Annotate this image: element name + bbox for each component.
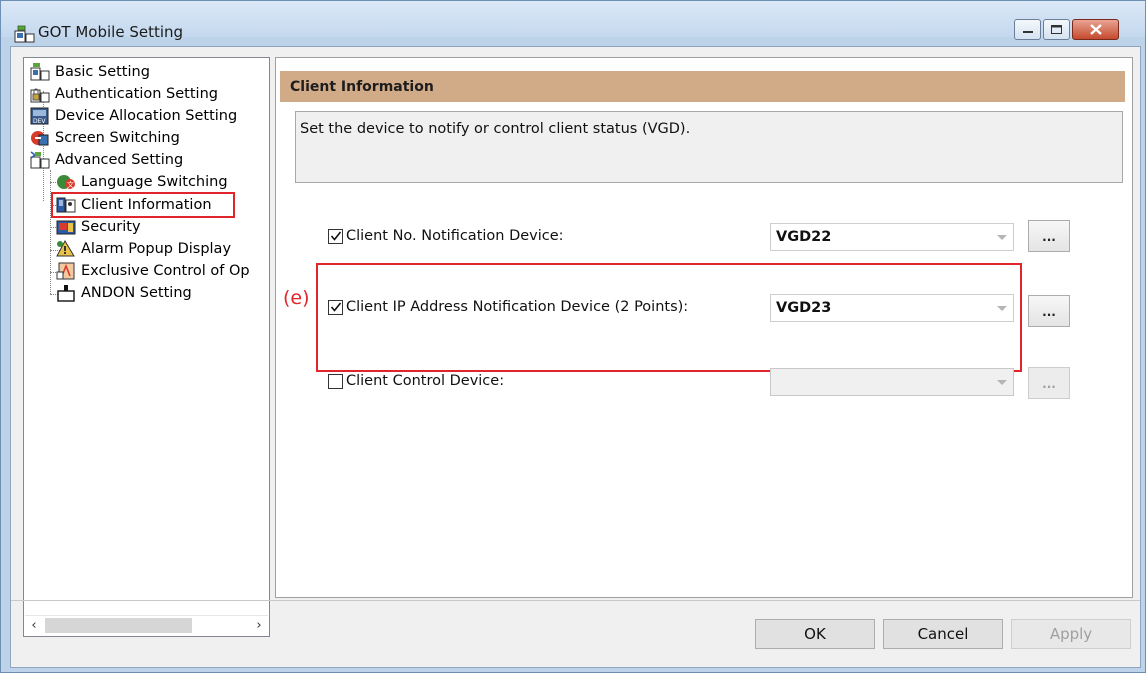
window-title: GOT Mobile Setting bbox=[38, 23, 184, 41]
minimize-icon bbox=[1022, 30, 1033, 33]
client-no-row[interactable]: Client No. Notification Device: bbox=[328, 228, 564, 244]
scroll-right-icon[interactable]: › bbox=[250, 616, 268, 635]
apply-button[interactable]: Apply bbox=[1011, 619, 1131, 649]
tree-item-label: Device Allocation Setting bbox=[55, 108, 238, 124]
cancel-button[interactable]: Cancel bbox=[883, 619, 1003, 649]
client-ip-device-combo[interactable]: VGD23 bbox=[770, 294, 1014, 322]
tree-item-label: Basic Setting bbox=[55, 64, 150, 80]
language-switching-icon: 文 bbox=[57, 175, 75, 189]
exclusive-control-icon bbox=[56, 262, 75, 280]
client-no-device-combo[interactable]: VGD22 bbox=[770, 223, 1014, 251]
tree-item-authentication-setting[interactable]: Authentication Setting bbox=[30, 83, 218, 105]
tree-connector bbox=[50, 170, 51, 294]
scroll-left-icon[interactable]: ‹ bbox=[25, 616, 43, 635]
description-box: Set the device to notify or control clie… bbox=[295, 111, 1123, 183]
maximize-icon bbox=[1051, 25, 1062, 34]
dropdown-arrow-icon bbox=[997, 235, 1007, 240]
client-control-browse-button[interactable]: ... bbox=[1028, 367, 1070, 399]
checkmark-icon bbox=[330, 302, 342, 312]
minimize-button[interactable] bbox=[1014, 19, 1041, 40]
tree-item-label: Security bbox=[81, 219, 141, 235]
advanced-setting-icon bbox=[30, 151, 50, 169]
tree-item-security[interactable]: Security bbox=[56, 216, 141, 238]
close-icon bbox=[1089, 24, 1102, 35]
dialog-body: Basic Setting Authentication Setting DEV… bbox=[10, 46, 1141, 668]
tree-item-label: Screen Switching bbox=[55, 130, 180, 146]
tree-item-alarm-popup-display[interactable]: Alarm Popup Display bbox=[56, 238, 231, 260]
tree-item-label: Language Switching bbox=[81, 174, 228, 190]
svg-text:DEV: DEV bbox=[33, 118, 46, 125]
client-control-label: Client Control Device: bbox=[346, 373, 505, 389]
section-header: Client Information bbox=[280, 71, 1125, 102]
client-ip-device-value: VGD23 bbox=[776, 300, 832, 316]
client-ip-row[interactable]: Client IP Address Notification Device (2… bbox=[328, 299, 688, 315]
client-no-label: Client No. Notification Device: bbox=[346, 228, 564, 244]
tree-item-device-allocation-setting[interactable]: DEV Device Allocation Setting bbox=[30, 105, 237, 127]
svg-text:文: 文 bbox=[67, 180, 74, 189]
tree-item-label: Alarm Popup Display bbox=[81, 241, 232, 257]
client-ip-checkbox[interactable] bbox=[328, 299, 343, 315]
dropdown-arrow-icon bbox=[997, 306, 1007, 311]
ok-button[interactable]: OK bbox=[755, 619, 875, 649]
tree-item-basic-setting[interactable]: Basic Setting bbox=[30, 61, 150, 83]
andon-icon bbox=[57, 285, 75, 302]
basic-setting-icon bbox=[30, 63, 50, 81]
tree-item-screen-switching[interactable]: Screen Switching bbox=[30, 127, 180, 149]
dropdown-arrow-icon bbox=[997, 380, 1007, 385]
title-bar[interactable]: GOT Mobile Setting bbox=[1, 1, 1145, 43]
client-information-highlight-box bbox=[51, 192, 235, 218]
security-icon bbox=[56, 220, 76, 235]
app-icon bbox=[14, 25, 35, 43]
alarm-popup-icon bbox=[56, 240, 75, 257]
settings-panel: Client Information Set the device to not… bbox=[275, 57, 1133, 598]
section-title: Client Information bbox=[290, 79, 434, 95]
tree-item-label: Authentication Setting bbox=[55, 86, 218, 102]
tree-item-advanced-setting[interactable]: Advanced Setting bbox=[30, 149, 183, 171]
client-control-row[interactable]: Client Control Device: bbox=[328, 373, 504, 389]
tree-item-exclusive-control[interactable]: Exclusive Control of Op bbox=[56, 260, 250, 282]
tree-item-language-switching[interactable]: 文 Language Switching bbox=[56, 171, 228, 193]
screen-switching-icon bbox=[31, 131, 49, 146]
scrollbar-thumb[interactable] bbox=[45, 618, 192, 633]
got-mobile-setting-window: GOT Mobile Setting Basic Setting Authent… bbox=[0, 0, 1146, 673]
tree-item-andon-setting[interactable]: ANDON Setting bbox=[56, 282, 192, 304]
footer-divider bbox=[11, 600, 1140, 601]
authentication-icon bbox=[30, 88, 50, 103]
client-no-checkbox[interactable] bbox=[328, 228, 343, 244]
client-ip-browse-button[interactable]: ... bbox=[1028, 295, 1070, 327]
client-no-browse-button[interactable]: ... bbox=[1028, 220, 1070, 252]
client-control-device-combo[interactable] bbox=[770, 368, 1014, 396]
annotation-marker: (e) bbox=[283, 287, 310, 309]
description-text: Set the device to notify or control clie… bbox=[300, 121, 691, 137]
client-control-checkbox[interactable] bbox=[328, 373, 343, 389]
close-button[interactable] bbox=[1072, 19, 1119, 40]
tree-horizontal-scrollbar[interactable]: ‹ › bbox=[25, 615, 268, 635]
tree-item-label: Advanced Setting bbox=[55, 152, 184, 168]
client-ip-label: Client IP Address Notification Device (2… bbox=[346, 299, 689, 315]
tree-item-label: Exclusive Control of Op bbox=[81, 263, 250, 279]
device-allocation-icon: DEV bbox=[30, 107, 49, 125]
tree-item-label: ANDON Setting bbox=[81, 285, 192, 301]
client-no-device-value: VGD22 bbox=[776, 229, 832, 245]
maximize-button[interactable] bbox=[1043, 19, 1070, 40]
settings-tree[interactable]: Basic Setting Authentication Setting DEV… bbox=[23, 57, 270, 637]
checkmark-icon bbox=[330, 231, 342, 241]
